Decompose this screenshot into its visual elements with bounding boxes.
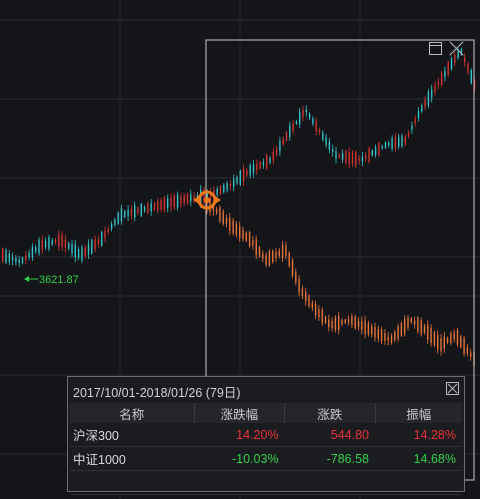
price-label: 3621.87 [39, 274, 79, 286]
row-change-pct: -10.03% [194, 446, 285, 471]
table-row-empty [70, 470, 462, 495]
price-marker: 3621.87 [24, 274, 79, 286]
table-row[interactable]: 沪深300 14.20% 544.80 14.28% [70, 423, 462, 447]
series-csi1000-candles [206, 195, 475, 370]
table-row[interactable]: 中证1000 -10.03% -786.58 14.68% [70, 446, 462, 471]
close-icon[interactable] [449, 41, 464, 56]
series-hs300-candles [2, 47, 476, 267]
range-stats-panel: 2017/10/01-2018/01/26 (79日) 名称 涨跌幅 涨跌 振幅… [67, 376, 465, 495]
row-name: 中证1000 [70, 446, 195, 471]
row-change-pct: 14.20% [194, 423, 285, 447]
close-icon[interactable] [446, 382, 459, 395]
stats-table: 名称 涨跌幅 涨跌 振幅 沪深300 14.20% 544.80 14.28% … [70, 403, 462, 495]
row-name: 沪深300 [70, 423, 195, 447]
col-amplitude: 振幅 [375, 403, 462, 423]
row-change: -786.58 [284, 446, 375, 471]
window-restore-icon[interactable] [429, 42, 442, 55]
col-name: 名称 [70, 403, 195, 423]
col-change: 涨跌 [284, 403, 376, 423]
range-title: 2017/10/01-2018/01/26 (79日) [73, 386, 241, 400]
col-change-pct: 涨跌幅 [194, 403, 286, 423]
row-amplitude: 14.28% [375, 423, 462, 447]
row-amplitude: 14.68% [375, 446, 462, 471]
row-change: 544.80 [284, 423, 375, 447]
